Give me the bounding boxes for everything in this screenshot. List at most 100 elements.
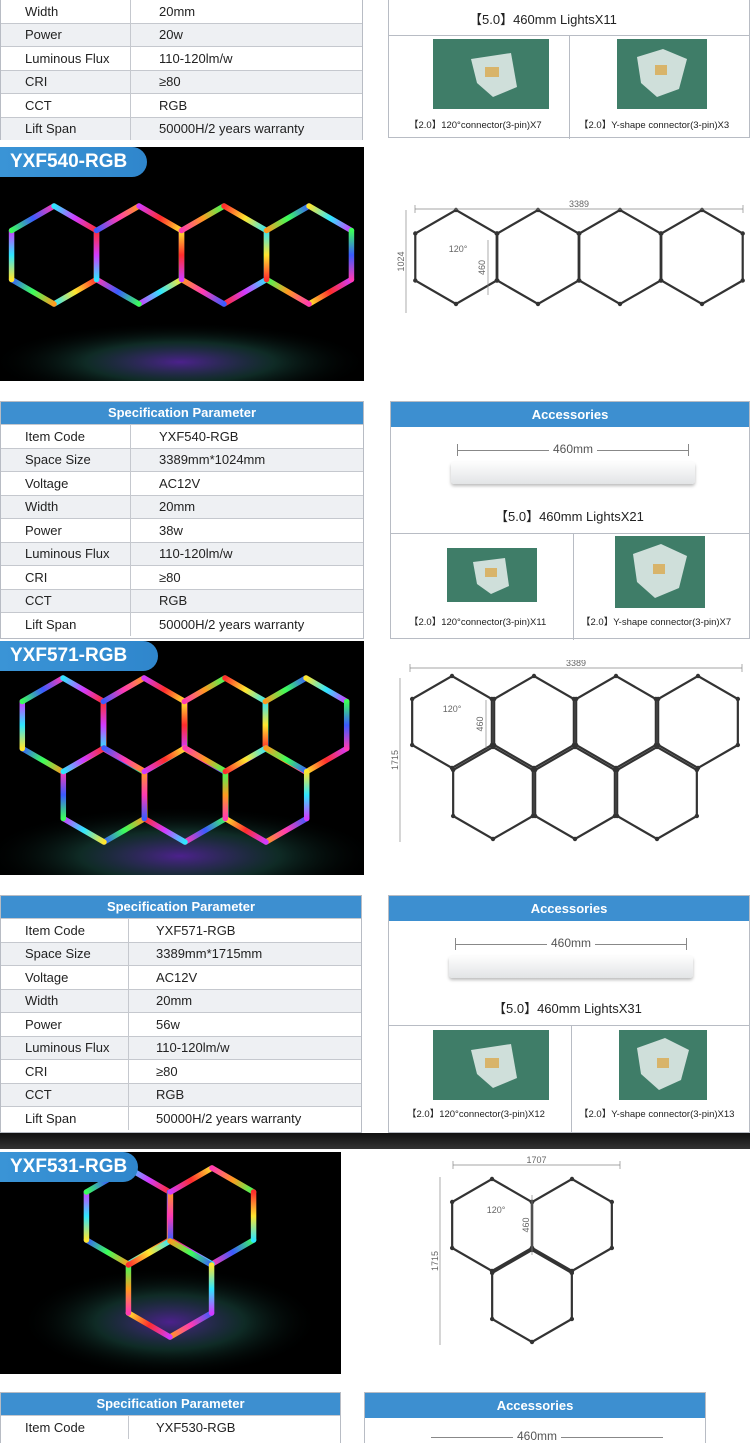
light-bar-photo: 460mm <box>451 440 701 490</box>
connector-y-photo <box>619 1030 707 1100</box>
joint-dot <box>659 231 664 236</box>
accessories-531: Accessories 460mm <box>364 1392 706 1443</box>
side-dimension: 460 <box>475 716 485 731</box>
spec-value: ≥80 <box>159 569 181 585</box>
joint-dot <box>614 767 620 773</box>
accessories-540: Accessories 460mm 【5.0】460mm LightsX21 【… <box>390 401 750 640</box>
spec-key: CRI <box>1 566 131 589</box>
led-tube <box>60 675 107 705</box>
spec-value: RGB <box>159 593 188 609</box>
floor-glow <box>0 322 364 381</box>
light-bar-photo: 460mm <box>449 934 699 984</box>
spec-value: 50000H/2 years warranty <box>159 121 305 137</box>
floor-glow <box>20 1267 320 1374</box>
angle-dimension: 120° <box>443 704 462 714</box>
joint-dot <box>490 836 496 842</box>
joint-dot <box>535 207 541 213</box>
spec-row: Item Code YXF540-RGB <box>1 424 363 448</box>
led-tube <box>136 203 185 234</box>
spec-value: 56w <box>156 1016 180 1032</box>
spec-row: Power 20w <box>1 22 362 46</box>
joint-dot <box>489 1316 495 1322</box>
joint-dot <box>535 301 541 307</box>
joint-dot <box>532 813 538 819</box>
spec-row: Space Size 3389mm*1715mm <box>1 941 361 965</box>
spec-value: 3389mm*1024mm <box>159 452 266 468</box>
spec-row: CCT RGB <box>1 588 363 612</box>
joint-dot <box>699 301 705 307</box>
led-tube <box>221 276 270 307</box>
spec-row: Power 38w <box>1 518 363 542</box>
joint-dot <box>449 1245 455 1251</box>
led-tube <box>263 276 312 307</box>
spec-key: Item Code <box>1 425 131 448</box>
product-photo-531 <box>0 1152 341 1374</box>
spec-value: ≥80 <box>156 1063 178 1079</box>
hex-frame <box>660 208 744 306</box>
joint-dot <box>413 278 418 283</box>
spec-value: ≥80 <box>159 74 181 90</box>
height-dimension: 1024 <box>396 251 406 271</box>
joint-dot <box>740 231 745 236</box>
joint-dot <box>735 742 741 748</box>
led-tube <box>262 675 309 705</box>
angle-dimension: 120° <box>487 1205 506 1215</box>
joint-dot <box>491 696 497 702</box>
led-tube <box>19 745 66 775</box>
joint-dot <box>569 1176 575 1182</box>
joint-dot <box>699 207 705 213</box>
joint-dot <box>735 696 741 702</box>
joint-dot <box>572 836 578 842</box>
side-dimension: 460 <box>477 260 487 275</box>
connector-120-photo <box>433 39 549 109</box>
joint-dot <box>572 744 578 750</box>
led-tube <box>93 276 142 307</box>
joint-dot <box>613 673 619 679</box>
spec-table-540: Specification Parameter Item Code YXF540-… <box>0 401 364 639</box>
led-tube <box>60 745 107 775</box>
joint-dot <box>495 231 500 236</box>
joint-dot <box>450 767 456 773</box>
side-dimension: 460 <box>521 1217 531 1232</box>
light-caption: 【5.0】460mm LightsX11 <box>469 12 617 27</box>
led-tube <box>221 203 270 234</box>
connector-y-photo <box>615 536 705 608</box>
spec-value: 20mm <box>159 3 196 19</box>
led-tube <box>125 1238 173 1268</box>
spec-key: Space Size <box>1 942 129 965</box>
model-badge: YXF531-RGB <box>0 1152 138 1182</box>
spec-key: CCT <box>1 94 131 117</box>
spec-key: Power <box>1 23 131 46</box>
spec-key: Item Code <box>1 919 129 942</box>
width-dimension: 3389 <box>566 660 586 668</box>
led-tube <box>178 276 227 307</box>
led-tube <box>101 745 148 775</box>
spec-key: Luminous Flux <box>1 542 131 565</box>
led-tube <box>263 203 312 234</box>
product-photo-540 <box>0 147 364 381</box>
spec-row: Voltage AC12V <box>1 471 363 495</box>
section-divider <box>0 1133 750 1149</box>
spec-value: 20mm <box>159 499 196 515</box>
joint-dot <box>617 207 623 213</box>
connector-120-photo <box>447 548 537 602</box>
joint-dot <box>495 278 500 283</box>
spec-row: Item Code YXF571-RGB <box>1 918 361 942</box>
joint-dot <box>569 1316 575 1322</box>
spec-key: CCT <box>1 589 131 612</box>
joint-dot <box>617 301 623 307</box>
height-dimension: 1715 <box>390 750 400 770</box>
bar-length-label: 460mm <box>547 936 596 950</box>
spec-value: 110-120lm/w <box>159 50 233 66</box>
joint-dot <box>577 278 582 283</box>
spec-row: CCT RGB <box>1 93 362 117</box>
spec-key: Width <box>1 989 129 1012</box>
spec-row: Power 56w <box>1 1012 361 1036</box>
joint-dot <box>489 1270 495 1276</box>
led-tube <box>303 745 350 775</box>
spec-key: CRI <box>1 1060 129 1083</box>
joint-dot <box>531 673 537 679</box>
light-caption: 【5.0】460mm LightsX31 <box>493 1001 642 1016</box>
joint-dot <box>694 767 700 773</box>
led-tube <box>100 675 147 705</box>
